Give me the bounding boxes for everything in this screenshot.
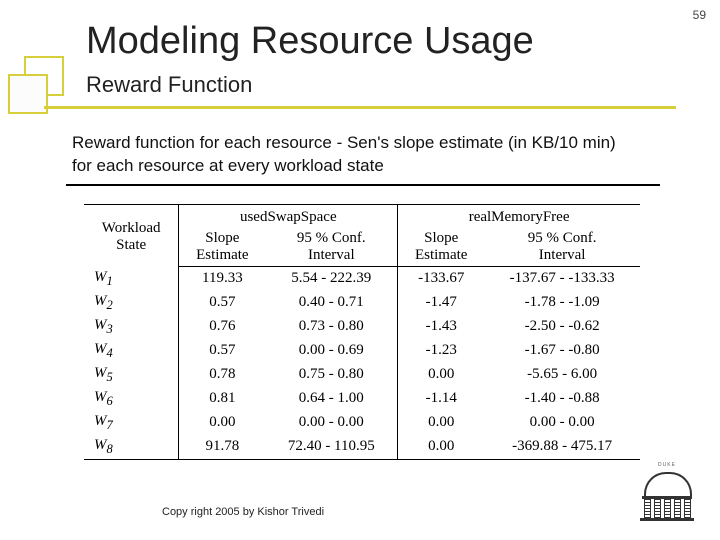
slide-subtitle: Reward Function [86,72,252,98]
cell-b-slope: 0.00 [398,435,485,460]
cell-state: W4 [84,339,179,363]
cell-state: W8 [84,435,179,460]
cell-b-ci: -5.65 - 6.00 [484,363,640,387]
table-row: W30.760.73 - 0.80-1.43-2.50 - -0.62 [84,315,640,339]
cell-a-ci: 0.00 - 0.69 [265,339,397,363]
title-motif [0,56,96,112]
table-row: W20.570.40 - 0.71-1.47-1.78 - -1.09 [84,291,640,315]
th-a-slope: Slope Estimate [179,228,266,267]
cell-b-slope: -1.47 [398,291,485,315]
cell-b-ci: -137.67 - -133.33 [484,267,640,291]
cell-b-ci: -369.88 - 475.17 [484,435,640,460]
cell-a-slope: 0.00 [179,411,266,435]
cell-state: W2 [84,291,179,315]
th-b-ci: 95 % Conf. Interval [484,228,640,267]
table-row: W891.7872.40 - 110.950.00-369.88 - 475.1… [84,435,640,460]
data-table-wrap: Workload State usedSwapSpace realMemoryF… [84,204,640,460]
th-group-a: usedSwapSpace [179,205,398,229]
page-number: 59 [693,8,706,22]
cell-b-ci: 0.00 - 0.00 [484,411,640,435]
th-group-b: realMemoryFree [398,205,640,229]
cell-a-slope: 0.78 [179,363,266,387]
cell-a-slope: 0.81 [179,387,266,411]
cell-a-ci: 0.75 - 0.80 [265,363,397,387]
cell-b-slope: -1.43 [398,315,485,339]
title-underline [44,106,676,109]
table-row: W70.000.00 - 0.000.000.00 - 0.00 [84,411,640,435]
slide-title: Modeling Resource Usage [86,20,534,63]
cell-b-slope: -1.23 [398,339,485,363]
cell-b-slope: 0.00 [398,411,485,435]
cell-a-slope: 0.57 [179,339,266,363]
cell-state: W6 [84,387,179,411]
table-body: W1119.335.54 - 222.39-133.67-137.67 - -1… [84,267,640,460]
cell-a-ci: 0.64 - 1.00 [265,387,397,411]
cell-b-slope: 0.00 [398,363,485,387]
cell-b-slope: -1.14 [398,387,485,411]
body-text: Reward function for each resource - Sen'… [72,132,632,178]
cell-a-slope: 0.57 [179,291,266,315]
th-b-slope: Slope Estimate [398,228,485,267]
table-row: W1119.335.54 - 222.39-133.67-137.67 - -1… [84,267,640,291]
data-table: Workload State usedSwapSpace realMemoryF… [84,204,640,460]
cell-state: W7 [84,411,179,435]
table-row: W60.810.64 - 1.00-1.14-1.40 - -0.88 [84,387,640,411]
th-state: Workload State [84,205,179,267]
cell-a-ci: 0.73 - 0.80 [265,315,397,339]
table-row: W40.570.00 - 0.69-1.23-1.67 - -0.80 [84,339,640,363]
cell-state: W5 [84,363,179,387]
th-a-ci: 95 % Conf. Interval [265,228,397,267]
cell-state: W3 [84,315,179,339]
cell-a-slope: 119.33 [179,267,266,291]
cell-b-ci: -1.78 - -1.09 [484,291,640,315]
cell-b-ci: -2.50 - -0.62 [484,315,640,339]
logo-label: DUKE [644,462,690,468]
cell-a-ci: 0.40 - 0.71 [265,291,397,315]
cell-a-ci: 0.00 - 0.00 [265,411,397,435]
body-underline [66,184,660,186]
cell-a-ci: 72.40 - 110.95 [265,435,397,460]
cell-b-ci: -1.67 - -0.80 [484,339,640,363]
cell-a-slope: 0.76 [179,315,266,339]
cell-a-ci: 5.54 - 222.39 [265,267,397,291]
cell-a-slope: 91.78 [179,435,266,460]
institution-logo: DUKE [644,466,690,522]
cell-state: W1 [84,267,179,291]
copyright: Copy right 2005 by Kishor Trivedi [162,506,324,518]
cell-b-slope: -133.67 [398,267,485,291]
table-row: W50.780.75 - 0.800.00-5.65 - 6.00 [84,363,640,387]
cell-b-ci: -1.40 - -0.88 [484,387,640,411]
